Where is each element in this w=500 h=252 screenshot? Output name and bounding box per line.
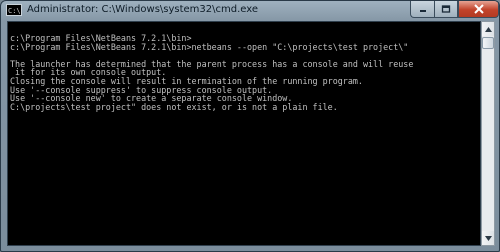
scroll-down-arrow-icon <box>484 235 492 241</box>
cmd-window: C:\ Administrator: C:\Windows\system32\c… <box>0 0 500 252</box>
scroll-thumb[interactable] <box>482 37 494 49</box>
caption-buttons <box>410 1 499 18</box>
scroll-up-arrow-icon <box>484 26 492 32</box>
scroll-up-button[interactable] <box>482 22 494 36</box>
minimize-button[interactable] <box>410 1 434 18</box>
maximize-icon <box>441 5 451 13</box>
minimize-icon <box>419 10 426 12</box>
close-icon <box>473 4 484 14</box>
scroll-down-button[interactable] <box>482 231 494 245</box>
console-text: c:\Program Files\NetBeans 7.2.1\bin> c:\… <box>10 34 413 111</box>
title-bar[interactable]: C:\ Administrator: C:\Windows\system32\c… <box>1 1 499 20</box>
console-line: c:\Program Files\NetBeans 7.2.1\bin>netb… <box>10 41 409 52</box>
console-output-area[interactable]: c:\Program Files\NetBeans 7.2.1\bin> c:\… <box>7 21 481 246</box>
vertical-scrollbar[interactable] <box>481 21 495 246</box>
close-button[interactable] <box>458 1 499 18</box>
console-line: C:\projects\test project" does not exist… <box>10 101 338 112</box>
maximize-button[interactable] <box>434 1 458 18</box>
window-title: Administrator: C:\Windows\system32\cmd.e… <box>27 4 259 15</box>
svg-text:C:\: C:\ <box>8 7 21 15</box>
cmd-icon[interactable]: C:\ <box>6 4 22 16</box>
